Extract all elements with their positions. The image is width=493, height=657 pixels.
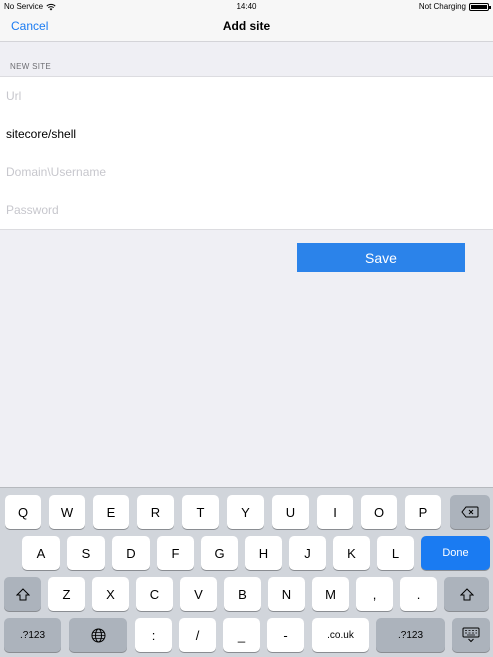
shift-icon: [459, 587, 474, 601]
shift-key-right[interactable]: [444, 577, 489, 611]
battery-status-label: Not Charging: [418, 2, 466, 11]
section-header-new-site: NEW SITE: [10, 62, 52, 71]
key-f[interactable]: F: [157, 536, 194, 570]
save-button[interactable]: Save: [297, 243, 465, 272]
keyboard-dismiss-icon: [462, 627, 480, 643]
key-h[interactable]: H: [245, 536, 282, 570]
url-input[interactable]: [0, 77, 493, 115]
key-i[interactable]: I: [317, 495, 353, 529]
globe-key[interactable]: [69, 618, 127, 652]
key-p[interactable]: P: [405, 495, 441, 529]
new-site-form: [0, 76, 493, 230]
key-w[interactable]: W: [49, 495, 85, 529]
key-z[interactable]: Z: [48, 577, 85, 611]
status-bar: No Service 14:40 Not Charging: [0, 0, 493, 13]
navigation-bar: Cancel Add site: [0, 13, 493, 42]
page-title: Add site: [222, 19, 271, 33]
key-slash[interactable]: /: [179, 618, 216, 652]
globe-icon: [91, 628, 106, 643]
status-right: Not Charging: [418, 0, 491, 13]
key-underscore[interactable]: _: [223, 618, 260, 652]
shift-key-left[interactable]: [4, 577, 41, 611]
numbers-key-left[interactable]: .?123: [4, 618, 61, 652]
site-path-input[interactable]: [0, 115, 493, 153]
key-b[interactable]: B: [224, 577, 261, 611]
key-t[interactable]: T: [182, 495, 219, 529]
battery-icon: [469, 2, 491, 11]
key-a[interactable]: A: [22, 536, 60, 570]
key-q[interactable]: Q: [5, 495, 41, 529]
key-n[interactable]: N: [268, 577, 305, 611]
key-j[interactable]: J: [289, 536, 326, 570]
key-domain[interactable]: .co.uk: [312, 618, 369, 652]
key-k[interactable]: K: [333, 536, 370, 570]
numbers-key-right[interactable]: .?123: [376, 618, 445, 652]
key-l[interactable]: L: [377, 536, 414, 570]
key-x[interactable]: X: [92, 577, 129, 611]
key-dash[interactable]: -: [267, 618, 304, 652]
key-m[interactable]: M: [312, 577, 349, 611]
key-period[interactable]: .: [400, 577, 437, 611]
key-o[interactable]: O: [361, 495, 397, 529]
key-g[interactable]: G: [201, 536, 238, 570]
backspace-key[interactable]: [450, 495, 490, 529]
key-colon[interactable]: :: [135, 618, 172, 652]
username-input[interactable]: [0, 153, 493, 191]
key-v[interactable]: V: [180, 577, 217, 611]
key-r[interactable]: R: [137, 495, 174, 529]
key-e[interactable]: E: [93, 495, 129, 529]
password-input[interactable]: [0, 191, 493, 229]
key-c[interactable]: C: [136, 577, 173, 611]
key-u[interactable]: U: [272, 495, 309, 529]
key-s[interactable]: S: [67, 536, 105, 570]
done-key[interactable]: Done: [421, 536, 490, 570]
key-d[interactable]: D: [112, 536, 150, 570]
key-comma[interactable]: ,: [356, 577, 393, 611]
dismiss-keyboard-key[interactable]: [452, 618, 490, 652]
shift-icon: [15, 587, 30, 601]
key-y[interactable]: Y: [227, 495, 264, 529]
backspace-icon: [461, 506, 479, 518]
on-screen-keyboard: Q W E R T Y U I O P A S D F G H J K L Do…: [0, 487, 493, 657]
